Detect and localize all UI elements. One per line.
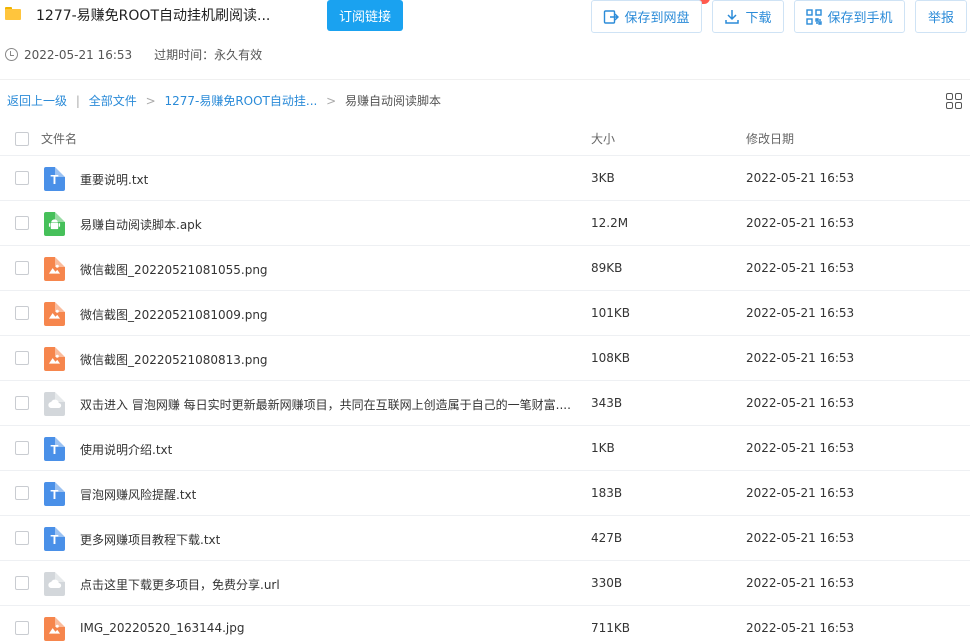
row-checkbox[interactable] bbox=[15, 621, 29, 635]
file-date: 2022-05-21 16:53 bbox=[746, 261, 855, 275]
row-checkbox[interactable] bbox=[15, 171, 29, 185]
table-row[interactable]: IMG_20220520_163144.jpg 711KB 2022-05-21 1… bbox=[0, 606, 970, 643]
table-row[interactable]: T 冒泡网赚风险提醒.txt 183B 2022-05-21 16:53 bbox=[0, 471, 970, 516]
back-link[interactable]: 返回上一级 bbox=[7, 94, 67, 108]
file-date: 2022-05-21 16:53 bbox=[746, 396, 855, 410]
save-to-phone-label: 保存到手机 bbox=[827, 11, 893, 26]
image-file-icon bbox=[44, 302, 65, 326]
table-row[interactable]: 微信截图_20220521081009.png 101KB 2022-05-21 1… bbox=[0, 291, 970, 336]
file-size: 427B bbox=[591, 531, 623, 545]
current-folder: 易赚自动阅读脚本 bbox=[345, 94, 442, 108]
file-name[interactable]: 点击这里下载更多项目，免费分享.url bbox=[80, 576, 280, 593]
column-date[interactable]: 修改日期 bbox=[746, 130, 794, 147]
file-size: 1KB bbox=[591, 441, 615, 455]
row-checkbox[interactable] bbox=[15, 531, 29, 545]
image-file-icon bbox=[44, 257, 65, 281]
row-checkbox[interactable] bbox=[15, 441, 29, 455]
table-row[interactable]: 微信截图_20220521080813.png 108KB 2022-05-21 1… bbox=[0, 336, 970, 381]
file-size: 108KB bbox=[591, 351, 631, 365]
save-to-phone-button[interactable]: 保存到手机 bbox=[794, 0, 905, 33]
file-size: 89KB bbox=[591, 261, 623, 275]
parent-folder-link[interactable]: 1277-易赚免ROOT自动挂... bbox=[164, 94, 317, 108]
link-file-icon bbox=[44, 392, 65, 416]
breadcrumb: 返回上一级 | 全部文件 > 1277-易赚免ROOT自动挂... > 易赚自动… bbox=[7, 92, 441, 109]
file-name[interactable]: 易赚自动阅读脚本.apk bbox=[80, 216, 202, 233]
row-checkbox[interactable] bbox=[15, 216, 29, 230]
all-files-link[interactable]: 全部文件 bbox=[89, 94, 137, 108]
file-date: 2022-05-21 16:53 bbox=[746, 351, 855, 365]
file-size: 343B bbox=[591, 396, 623, 410]
subscribe-link-button[interactable]: 订阅链接 bbox=[327, 0, 403, 31]
download-button[interactable]: 下载 bbox=[712, 0, 784, 33]
file-date: 2022-05-21 16:53 bbox=[746, 576, 855, 590]
file-name[interactable]: 微信截图_20220521080813.png bbox=[80, 351, 268, 368]
page-title: 1277-易赚免ROOT自动挂机刷阅读... bbox=[36, 8, 271, 24]
expire-time: 过期时间：永久有效 bbox=[154, 48, 263, 62]
file-size: 12.2M bbox=[591, 216, 629, 230]
image-file-icon bbox=[44, 617, 65, 641]
row-checkbox[interactable] bbox=[15, 261, 29, 275]
file-date: 2022-05-21 16:53 bbox=[746, 531, 855, 545]
file-name[interactable]: 微信截图_20220521081009.png bbox=[80, 306, 268, 323]
row-checkbox[interactable] bbox=[15, 486, 29, 500]
file-name[interactable]: 冒泡网赚风险提醒.txt bbox=[80, 486, 196, 503]
share-header: 1277-易赚免ROOT自动挂机刷阅读... 订阅链接 保存到网盘 下载 保存到… bbox=[0, 0, 970, 80]
file-name[interactable]: 更多网赚项目教程下载.txt bbox=[80, 531, 220, 548]
file-size: 101KB bbox=[591, 306, 631, 320]
file-date: 2022-05-21 16:53 bbox=[746, 441, 855, 455]
file-size: 711KB bbox=[591, 621, 631, 635]
table-row[interactable]: 易赚自动阅读脚本.apk 12.2M 2022-05-21 16:53 bbox=[0, 201, 970, 246]
folder-icon bbox=[5, 7, 21, 20]
save-to-cloud-button[interactable]: 保存到网盘 bbox=[591, 0, 702, 33]
share-meta: 2022-05-21 16:53 过期时间：永久有效 bbox=[5, 46, 262, 63]
file-name[interactable]: 微信截图_20220521081055.png bbox=[80, 261, 268, 278]
file-name[interactable]: 双击进入 冒泡网赚 每日实时更新最新网赚项目，共同在互联网上创造属于自己的一笔财… bbox=[80, 396, 571, 413]
table-row[interactable]: 双击进入 冒泡网赚 每日实时更新最新网赚项目，共同在互联网上创造属于自己的一笔财… bbox=[0, 381, 970, 426]
file-date: 2022-05-21 16:53 bbox=[746, 486, 855, 500]
row-checkbox[interactable] bbox=[15, 306, 29, 320]
text-file-icon: T bbox=[44, 527, 65, 551]
breadcrumb-arrow: > bbox=[326, 94, 337, 108]
save-to-cloud-label: 保存到网盘 bbox=[624, 11, 690, 26]
row-checkbox[interactable] bbox=[15, 351, 29, 365]
row-checkbox[interactable] bbox=[15, 396, 29, 410]
grid-view-icon[interactable] bbox=[946, 93, 963, 109]
download-icon bbox=[725, 9, 740, 24]
table-row[interactable]: T 使用说明介绍.txt 1KB 2022-05-21 16:53 bbox=[0, 426, 970, 471]
table-header: 文件名 大小 修改日期 bbox=[0, 118, 970, 156]
android-file-icon bbox=[44, 212, 65, 236]
row-checkbox[interactable] bbox=[15, 576, 29, 590]
file-size: 3KB bbox=[591, 171, 615, 185]
select-all-checkbox[interactable] bbox=[15, 132, 29, 146]
breadcrumb-separator: | bbox=[75, 94, 80, 108]
file-date: 2022-05-21 16:53 bbox=[746, 171, 855, 185]
column-size[interactable]: 大小 bbox=[591, 130, 615, 147]
file-name[interactable]: IMG_20220520_163144.jpg bbox=[80, 621, 244, 635]
table-row[interactable]: 微信截图_20220521081055.png 89KB 2022-05-21 16… bbox=[0, 246, 970, 291]
file-name[interactable]: 使用说明介绍.txt bbox=[80, 441, 172, 458]
text-file-icon: T bbox=[44, 167, 65, 191]
file-date: 2022-05-21 16:53 bbox=[746, 621, 855, 635]
text-file-icon: T bbox=[44, 437, 65, 461]
qr-code-icon bbox=[806, 8, 823, 25]
table-row[interactable]: T 重要说明.txt 3KB 2022-05-21 16:53 bbox=[0, 156, 970, 201]
file-name[interactable]: 重要说明.txt bbox=[80, 171, 148, 188]
table-row[interactable]: T 更多网赚项目教程下载.txt 427B 2022-05-21 16:53 bbox=[0, 516, 970, 561]
save-cloud-icon bbox=[604, 9, 620, 24]
report-button[interactable]: 举报 bbox=[915, 0, 967, 33]
download-label: 下载 bbox=[745, 11, 772, 26]
breadcrumb-arrow: > bbox=[145, 94, 156, 108]
file-date: 2022-05-21 16:53 bbox=[746, 306, 855, 320]
image-file-icon bbox=[44, 347, 65, 371]
table-row[interactable]: 点击这里下载更多项目，免费分享.url 330B 2022-05-21 16:53 bbox=[0, 561, 970, 606]
text-file-icon: T bbox=[44, 482, 65, 506]
created-time: 2022-05-21 16:53 bbox=[24, 47, 133, 62]
file-date: 2022-05-21 16:53 bbox=[746, 216, 855, 230]
file-size: 183B bbox=[591, 486, 623, 500]
clock-icon bbox=[5, 48, 18, 61]
file-size: 330B bbox=[591, 576, 623, 590]
link-file-icon bbox=[44, 572, 65, 596]
column-name[interactable]: 文件名 bbox=[41, 130, 77, 147]
